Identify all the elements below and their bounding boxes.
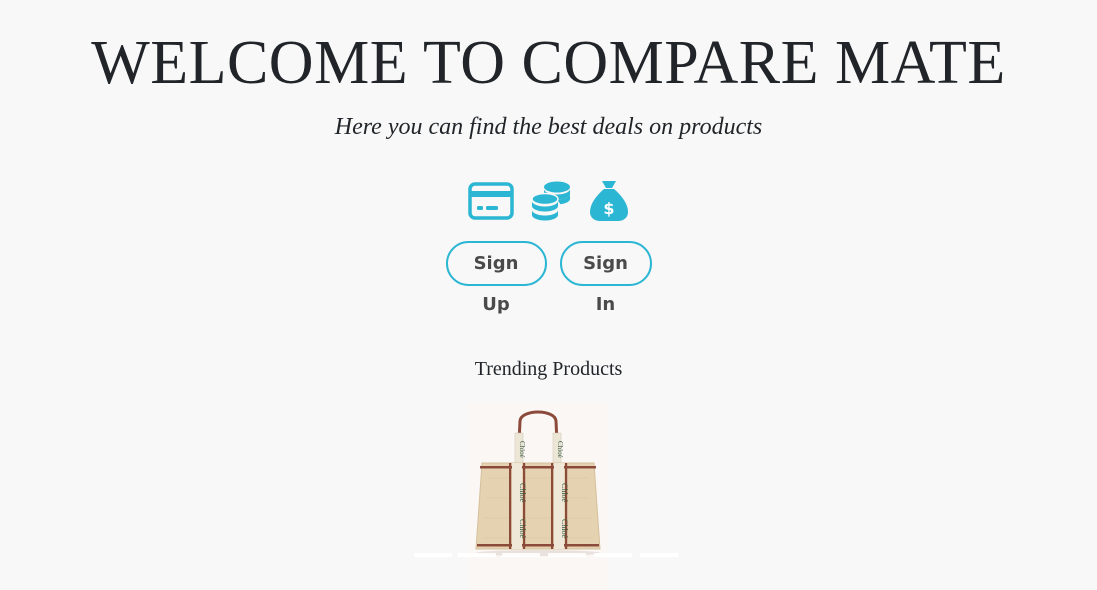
svg-text:$: $ xyxy=(603,199,614,218)
product-image-tote-bag[interactable]: Chloé Chloé Chloé Chloé Chloé Chloé xyxy=(468,403,608,590)
trending-heading: Trending Products xyxy=(474,358,623,380)
page-title: WELCOME TO COMPARE MATE xyxy=(91,29,1006,97)
svg-text:Chloé: Chloé xyxy=(560,483,569,503)
carousel-indicator[interactable] xyxy=(548,553,586,557)
carousel-indicator[interactable] xyxy=(594,553,632,557)
icon-row: $ xyxy=(0,178,1097,224)
svg-text:Chloé: Chloé xyxy=(560,519,569,539)
page-subtitle: Here you can find the best deals on prod… xyxy=(334,114,763,140)
auth-buttons: Sign Up Sign In xyxy=(0,241,1097,315)
svg-text:Chloé: Chloé xyxy=(556,441,564,458)
sign-in-button[interactable]: Sign In xyxy=(559,241,652,315)
svg-text:Chloé: Chloé xyxy=(518,441,526,458)
carousel-indicator[interactable] xyxy=(502,553,540,557)
svg-text:Chloé: Chloé xyxy=(518,483,527,503)
carousel-indicator[interactable] xyxy=(414,553,452,557)
money-bag-icon: $ xyxy=(588,179,630,223)
coins-icon xyxy=(530,180,572,222)
sign-up-button[interactable]: Sign Up xyxy=(445,241,547,315)
svg-text:Chloé: Chloé xyxy=(518,519,527,539)
credit-card-icon xyxy=(467,182,514,220)
carousel-indicator[interactable] xyxy=(458,553,496,557)
carousel-indicator[interactable] xyxy=(640,553,678,557)
carousel-indicators xyxy=(412,553,682,558)
